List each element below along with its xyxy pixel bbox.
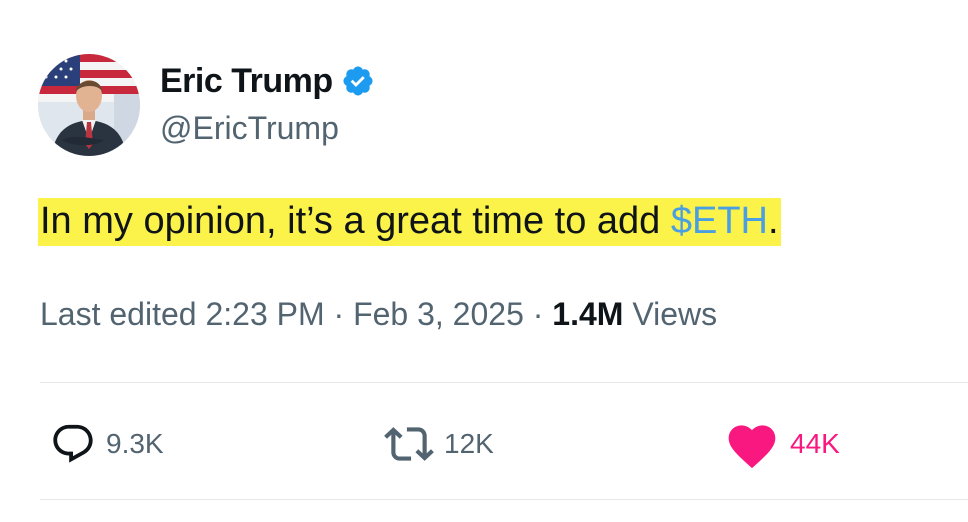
highlighted-text: In my opinion, it’s a great time to add … — [38, 198, 781, 246]
repost-count: 12K — [444, 428, 494, 459]
views-count: 1.4M — [552, 296, 624, 332]
author-handle[interactable]: @EricTrump — [160, 110, 339, 147]
tweet-date[interactable]: Feb 3, 2025 — [353, 296, 524, 332]
reply-button[interactable]: 9.3K — [50, 418, 164, 470]
divider — [40, 382, 968, 383]
meta-separator: · — [532, 296, 544, 332]
heart-icon — [728, 425, 776, 469]
verified-badge-icon[interactable] — [341, 64, 375, 98]
tweet-time[interactable]: 2:23 PM — [205, 296, 324, 332]
like-button[interactable]: 44K — [724, 418, 840, 470]
meta-separator: · — [333, 296, 345, 332]
avatar-image — [38, 54, 140, 156]
repost-icon — [384, 427, 434, 461]
tweet-card: Eric Trump @EricTrump In my opinion, it’… — [0, 0, 968, 522]
author-display-name[interactable]: Eric Trump — [160, 62, 333, 101]
reply-count: 9.3K — [106, 428, 164, 459]
edited-prefix[interactable]: Last edited — [40, 296, 197, 332]
tweet-text-after: . — [768, 200, 779, 242]
tweet-text: In my opinion, it’s a great time to add … — [38, 196, 781, 246]
reply-icon — [53, 424, 93, 463]
divider — [40, 499, 968, 500]
author-name-row: Eric Trump — [160, 58, 375, 104]
repost-button[interactable]: 12K — [384, 418, 494, 470]
views-label: Views — [632, 296, 718, 332]
tweet-text-before: In my opinion, it’s a great time to add — [40, 200, 671, 242]
like-count: 44K — [790, 428, 840, 459]
avatar[interactable] — [38, 54, 140, 156]
tweet-meta: Last edited 2:23 PM · Feb 3, 2025 · 1.4M… — [40, 296, 717, 333]
cashtag-link[interactable]: $ETH — [671, 200, 768, 242]
